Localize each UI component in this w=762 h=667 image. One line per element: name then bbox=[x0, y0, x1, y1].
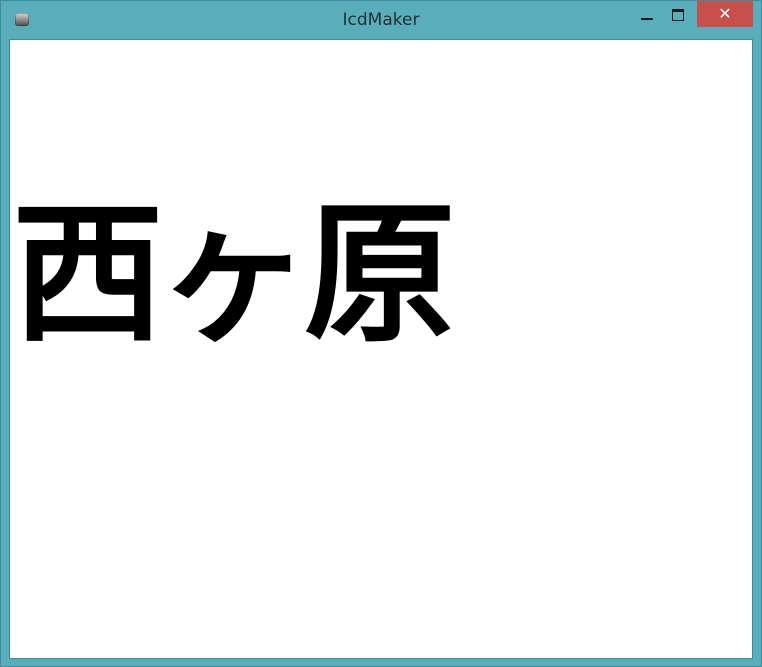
close-button[interactable]: ✕ bbox=[697, 1, 753, 27]
title-bar[interactable]: IcdMaker ✕ bbox=[1, 1, 761, 38]
client-area: 西ヶ原 bbox=[9, 39, 753, 659]
maximize-button[interactable] bbox=[663, 1, 691, 27]
minimize-button[interactable] bbox=[633, 1, 661, 27]
app-window: IcdMaker ✕ 西ヶ原 bbox=[0, 0, 762, 667]
display-text: 西ヶ原 bbox=[12, 186, 456, 363]
close-icon: ✕ bbox=[718, 4, 732, 23]
